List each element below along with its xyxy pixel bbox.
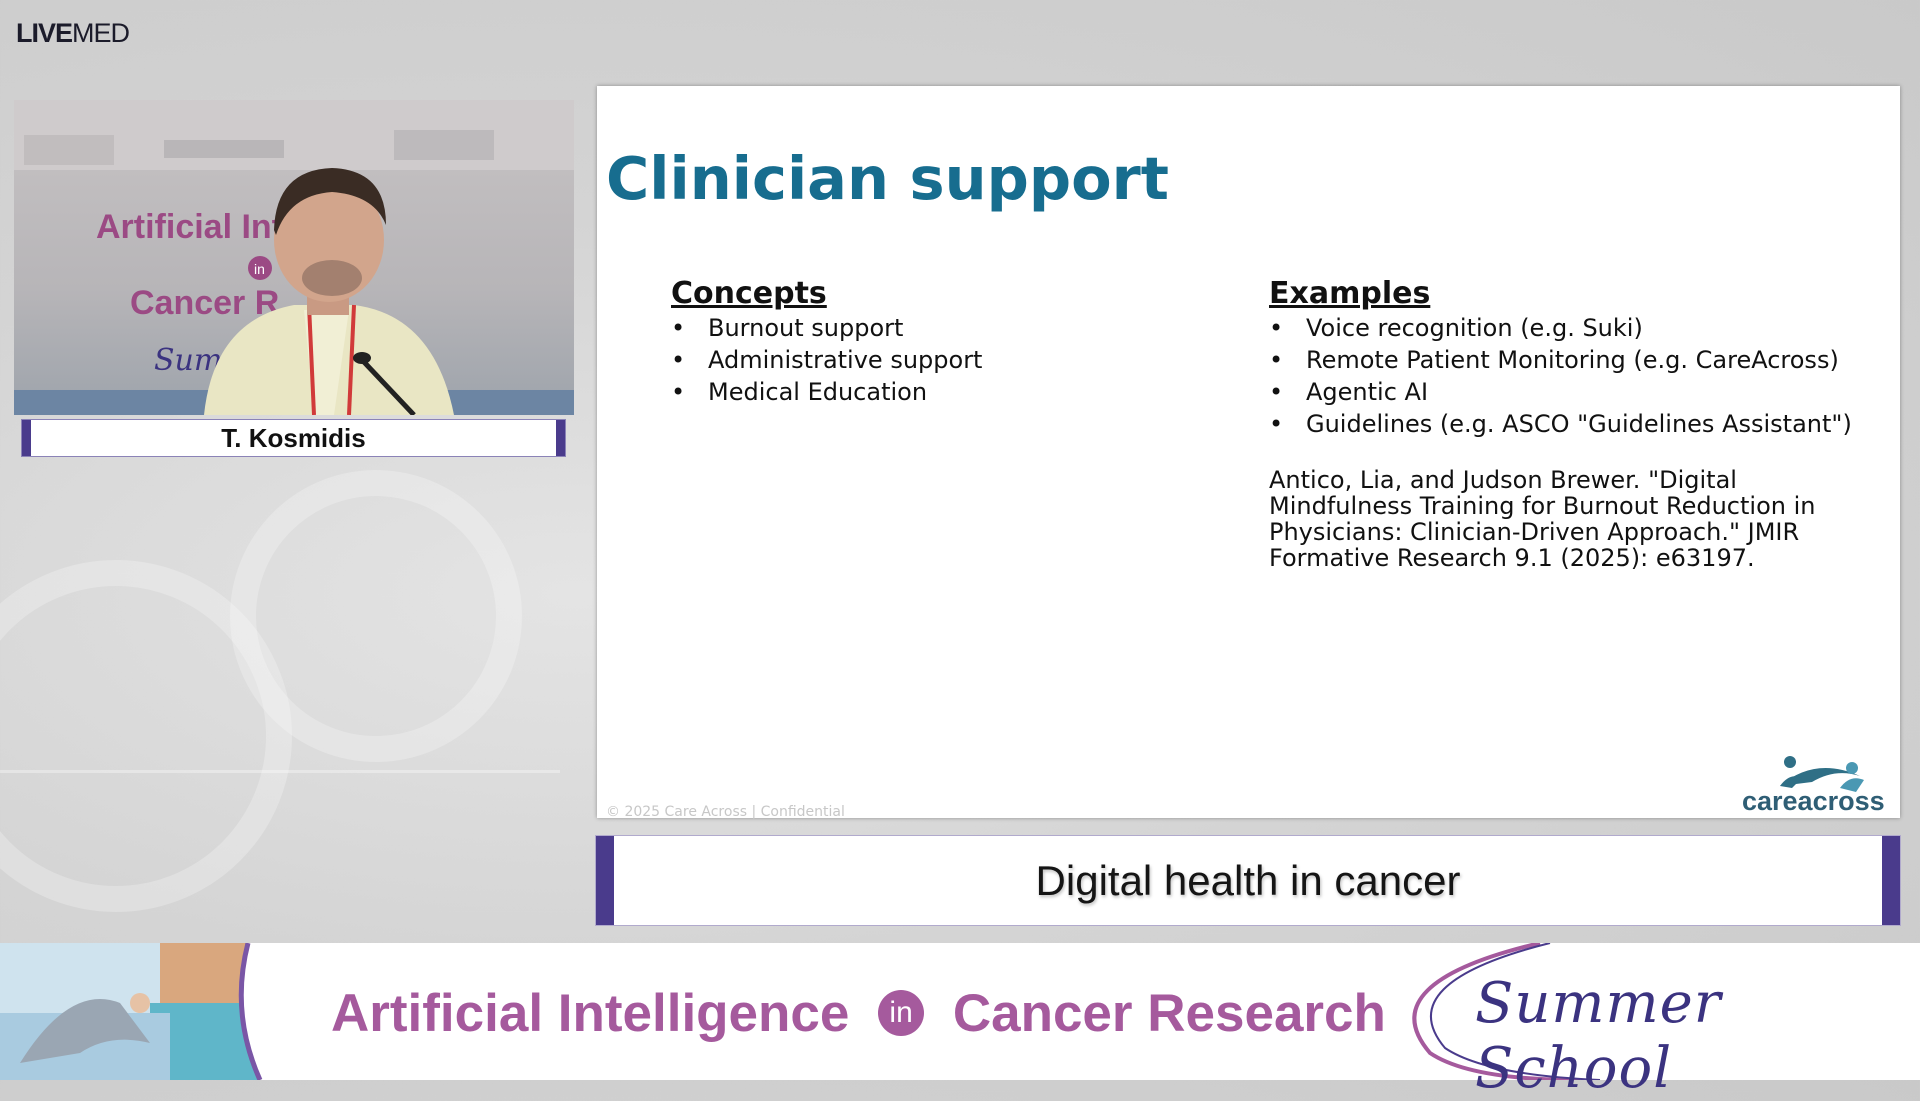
careacross-logo: careacross [1742,756,1885,816]
speaker-name: T. Kosmidis [221,423,366,453]
backdrop-in: in [254,261,265,277]
topic-bar: Digital health in cancer [596,836,1900,925]
speaker-video: Artificial Inte in Cancer R Sum [14,100,574,415]
slide-footer: © 2025 Care Across | Confidential [606,804,845,820]
summer-school-text: Summer School [1475,971,1722,1101]
concepts-heading: Concepts [671,276,827,311]
speaker-name-bar: T. Kosmidis [22,420,565,456]
list-item: Medical Education [671,379,1231,405]
careacross-logo-text: careacross [1742,786,1885,816]
banner-title: Artificial Intelligence in Cancer Resear… [331,983,1386,1044]
background-decoration [0,770,560,773]
banner-title-left: Artificial Intelligence [331,984,850,1043]
banner-illustration [0,943,290,1080]
examples-list: Voice recognition (e.g. Suki) Remote Pat… [1269,315,1859,437]
list-item: Voice recognition (e.g. Suki) [1269,315,1859,341]
slide-title: Clinician support [606,144,1169,213]
backdrop-title: Artificial Inte [96,208,302,246]
list-item: Burnout support [671,315,1231,341]
concepts-list: Burnout support Administrative support M… [671,315,1231,405]
livemed-logo: LIVEMED [16,18,130,48]
list-item: Administrative support [671,347,1231,373]
event-banner: Artificial Intelligence in Cancer Resear… [0,943,1920,1101]
citation-text: Antico, Lia, and Judson Brewer. "Digital… [1269,466,1816,572]
examples-heading: Examples [1269,276,1431,311]
list-item: Agentic AI [1269,379,1859,405]
backdrop-summer: Sum [154,343,222,378]
examples-column: Examples Voice recognition (e.g. Suki) R… [1269,276,1859,571]
list-item: Remote Patient Monitoring (e.g. CareAcro… [1269,347,1859,373]
backdrop-subtitle: Cancer R [130,284,279,322]
list-item: Guidelines (e.g. ASCO "Guidelines Assist… [1269,411,1859,437]
banner-title-right: Cancer Research [952,984,1386,1043]
concepts-column: Concepts Burnout support Administrative … [671,276,1231,411]
in-badge: in [878,990,925,1036]
presentation-slide: Clinician support Concepts Burnout suppo… [597,86,1900,820]
topic-label: Digital health in cancer [1035,857,1461,904]
